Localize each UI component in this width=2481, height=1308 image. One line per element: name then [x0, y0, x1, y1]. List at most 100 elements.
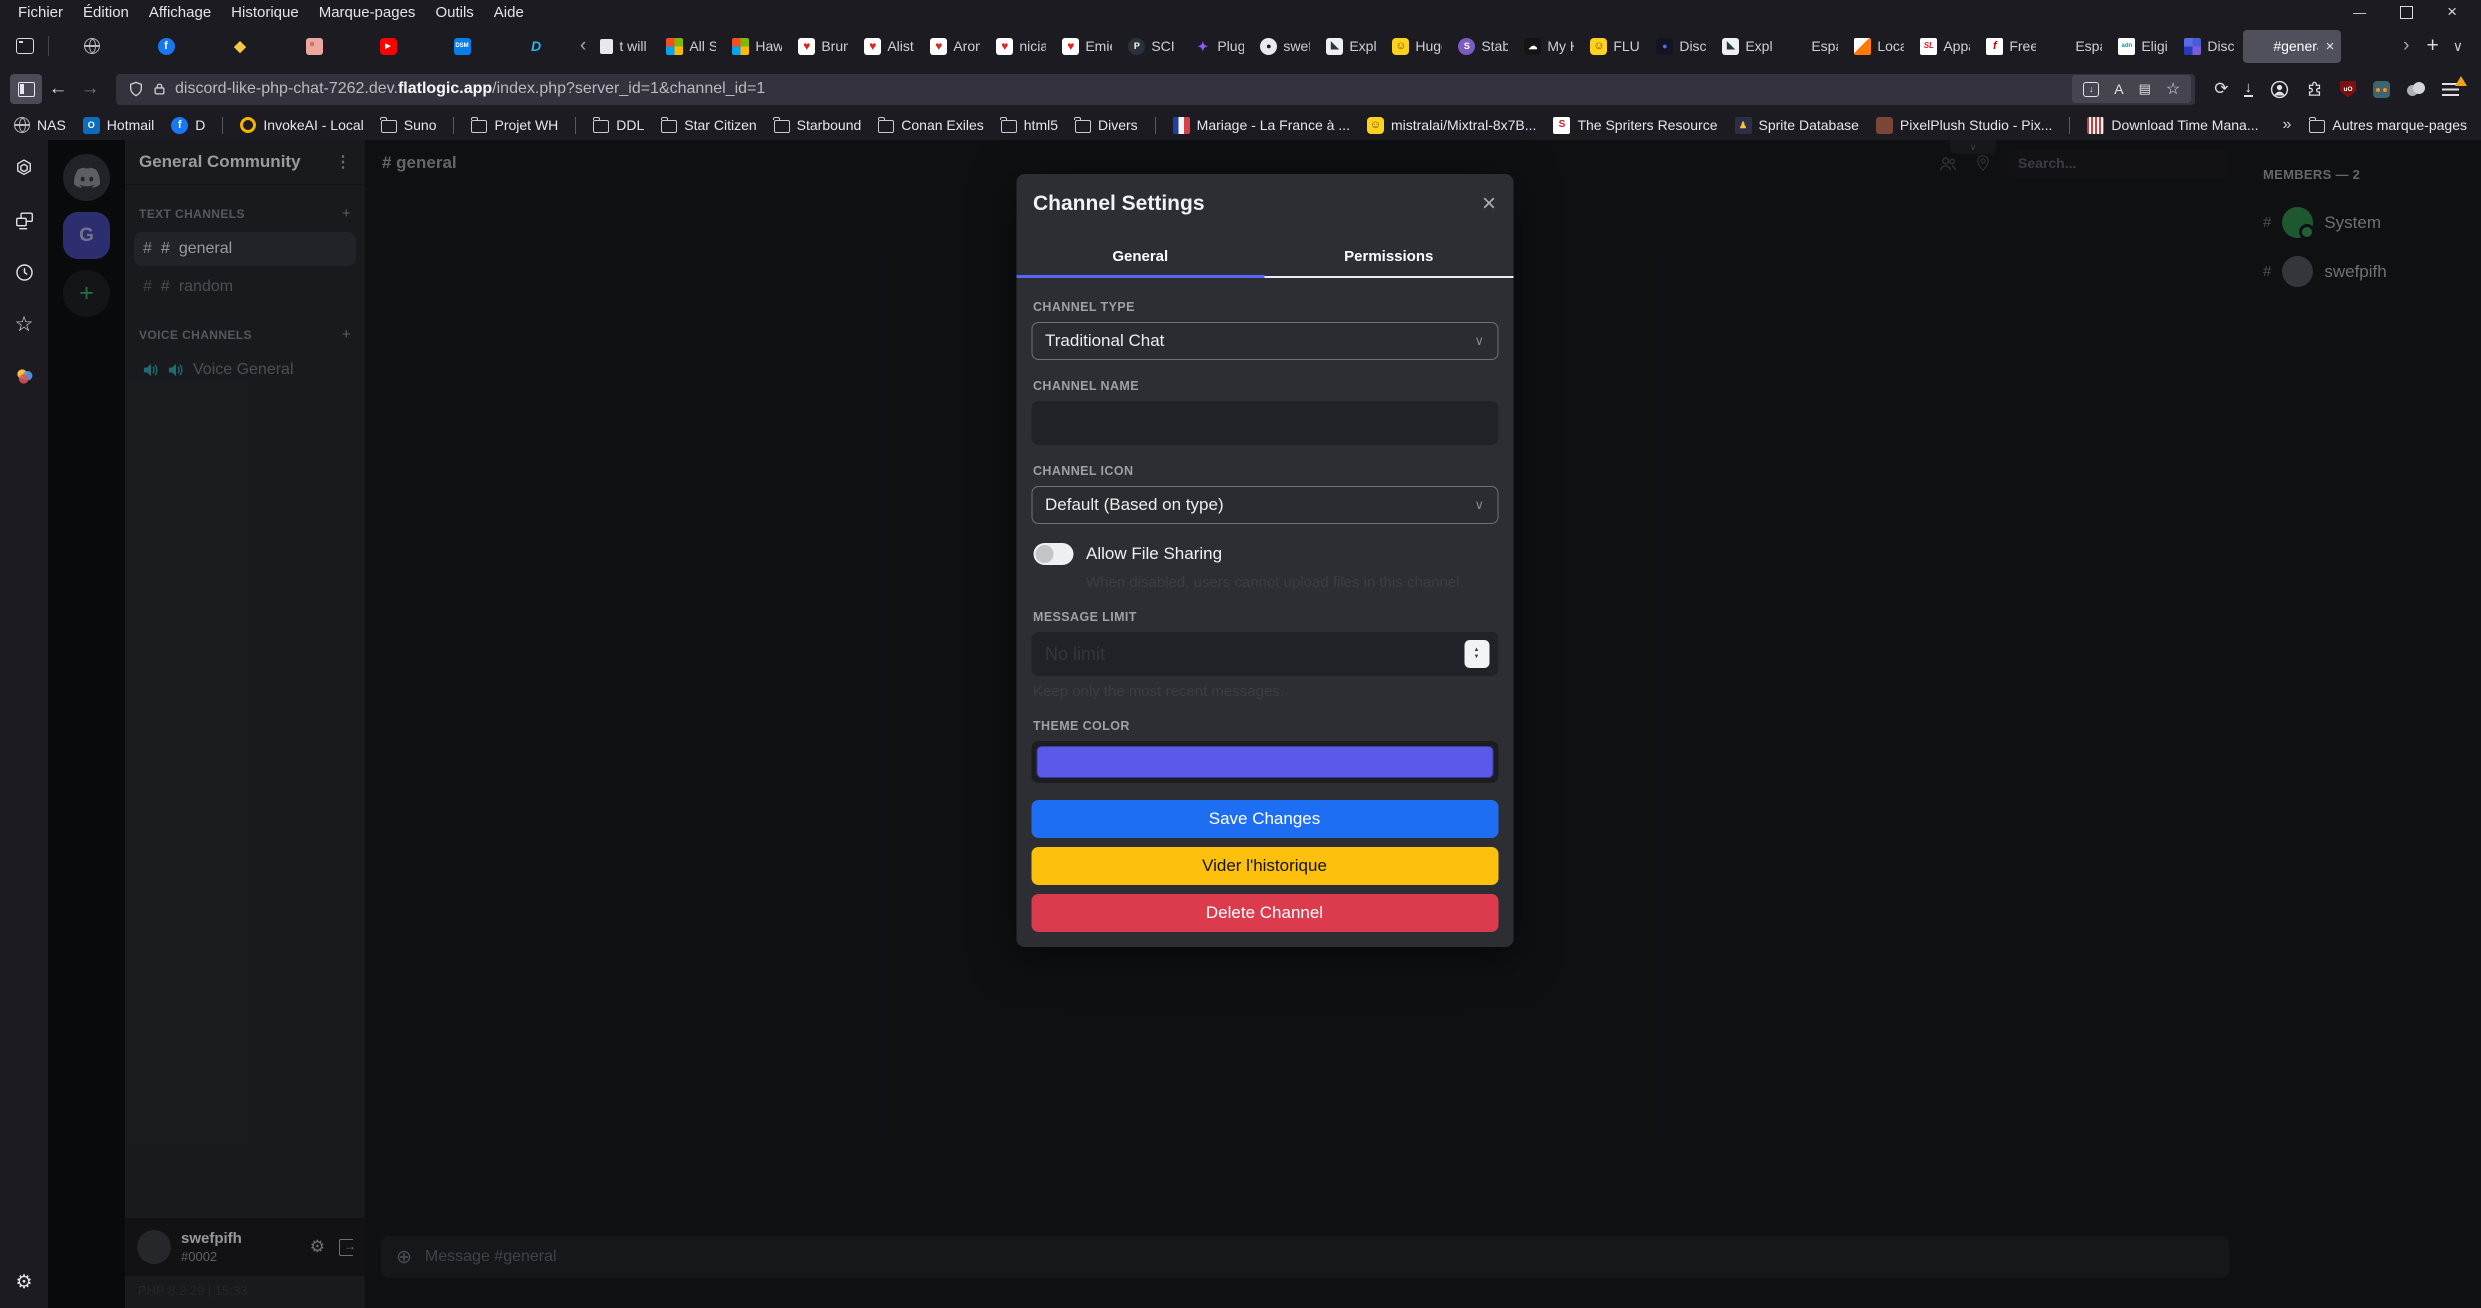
bookmark-html5[interactable]: html5	[1001, 117, 1058, 133]
maximize-icon[interactable]	[2400, 6, 2413, 19]
tab-discor[interactable]: Discor	[2177, 30, 2241, 63]
tab-huggi[interactable]: ☺Huggi	[1385, 30, 1449, 63]
bookmark-divers[interactable]: Divers	[1075, 117, 1138, 133]
tab-t-will[interactable]: t will	[593, 30, 657, 63]
bookmark-starbound[interactable]: Starbound	[774, 117, 862, 133]
new-tab-button[interactable]: +	[2416, 34, 2448, 58]
history-icon[interactable]	[12, 260, 36, 284]
tab-hawai[interactable]: Hawai	[725, 30, 789, 63]
delete-channel-button[interactable]: Delete Channel	[1031, 894, 1498, 932]
tab-alister[interactable]: ♥Alister	[857, 30, 921, 63]
lock-icon[interactable]	[153, 81, 166, 97]
bookmark-nas[interactable]: NAS	[14, 117, 66, 133]
pinned-tab-globe[interactable]	[55, 30, 129, 62]
pinned-tab-dstudio[interactable]: D	[499, 30, 573, 62]
user-settings-gear-icon[interactable]: ⚙	[310, 1237, 325, 1257]
save-to-pocket-icon[interactable]: ↓	[2083, 82, 2099, 97]
tab-flux-2[interactable]: ☺FLUX.2	[1583, 30, 1647, 63]
bookmark-mistralai-mixtral-8x7b[interactable]: ☺mistralai/Mixtral-8x7B...	[1367, 117, 1536, 134]
clear-history-button[interactable]: Vider l'historique	[1031, 847, 1498, 885]
account-icon[interactable]	[2270, 80, 2289, 99]
bookmark-projet-wh[interactable]: Projet WH	[471, 117, 558, 133]
bookmark-download-time-mana[interactable]: Download Time Mana...	[2087, 117, 2258, 134]
tab-plugin[interactable]: ✦Plugin	[1187, 30, 1251, 63]
tab-appar[interactable]: SLAppar	[1913, 30, 1977, 63]
pinned-tab-facebook[interactable]: f	[129, 30, 203, 62]
member-system[interactable]: #System	[2245, 198, 2481, 247]
tab-swefpi[interactable]: ●swefpi	[1253, 30, 1317, 63]
file-sharing-toggle[interactable]	[1033, 543, 1073, 565]
tab-espace-clie[interactable]: Espace clie	[1781, 30, 1845, 63]
scroll-tabs-left-icon[interactable]: ‹	[573, 35, 593, 57]
menu-item-aide[interactable]: Aide	[484, 3, 534, 22]
theme-color-input[interactable]	[1031, 741, 1498, 783]
menu-hamburger-icon[interactable]	[2442, 83, 2459, 96]
shield-icon[interactable]	[128, 80, 144, 98]
tab-stable[interactable]: SStable	[1451, 30, 1515, 63]
tab-emieo[interactable]: ♥EmieO	[1055, 30, 1119, 63]
pinned-tab-diamond[interactable]: ◆	[203, 30, 277, 62]
bookmark-mariage-la-france[interactable]: Mariage - La France à ...	[1173, 117, 1350, 134]
channel-name-input[interactable]	[1031, 401, 1498, 445]
add-channel-button[interactable]: +	[342, 205, 351, 222]
menu-item-historique[interactable]: Historique	[221, 3, 309, 22]
sidebar-toggle-button[interactable]	[10, 74, 42, 104]
containers-icon[interactable]	[12, 364, 36, 388]
menu-item-affichage[interactable]: Affichage	[139, 3, 221, 22]
close-icon[interactable]: ×	[2447, 2, 2457, 22]
theme-color-swatch[interactable]	[1036, 746, 1493, 778]
tab-permissions[interactable]: Permissions	[1265, 236, 1514, 278]
bookmark-star-icon[interactable]: ☆	[2166, 79, 2180, 99]
bookmark-sprite-database[interactable]: ♟Sprite Database	[1735, 117, 1859, 134]
bookmarks-overflow-icon[interactable]: »	[2282, 116, 2291, 134]
tab-sci-re[interactable]: PSCI RE	[1121, 30, 1185, 63]
reload-icon[interactable]: ⟳	[2205, 79, 2237, 99]
bookmark-suno[interactable]: Suno	[381, 117, 437, 133]
tab-bruni2[interactable]: ♥Bruni2	[791, 30, 855, 63]
message-input[interactable]: ⊕ Message #general	[381, 1236, 2229, 1278]
message-limit-input[interactable]: No limit ▲ ▼	[1031, 632, 1498, 676]
channel-random[interactable]: ##random	[134, 270, 356, 304]
bookmark-conan-exiles[interactable]: Conan Exiles	[878, 117, 984, 133]
tab-manager-icon[interactable]	[12, 208, 36, 232]
spinner-down-icon[interactable]: ▼	[1474, 654, 1480, 661]
minimize-icon[interactable]: —	[2353, 5, 2366, 20]
number-spinner[interactable]: ▲ ▼	[1464, 640, 1489, 668]
tab-explor[interactable]: ◣Explor	[1715, 30, 1779, 63]
extension-avatar-icon[interactable]	[2373, 81, 2390, 98]
tab-discor[interactable]: ●Discor	[1649, 30, 1713, 63]
members-toggle-icon[interactable]	[1938, 155, 1958, 172]
menu-item-dition[interactable]: Édition	[73, 3, 139, 22]
tab-aromy[interactable]: ♥Aromy	[923, 30, 987, 63]
tab-espace-abo[interactable]: Espace abo	[2045, 30, 2109, 63]
bookmarks-sidebar-icon[interactable]: ☆	[12, 312, 36, 336]
tab-eligibi[interactable]: adnEligibi	[2111, 30, 2175, 63]
ublock-origin-icon[interactable]: uO	[2340, 81, 2356, 98]
menu-item-outils[interactable]: Outils	[425, 3, 483, 22]
menu-item-fichier[interactable]: Fichier	[8, 3, 73, 22]
pinned-tab-dsm[interactable]: DSM	[425, 30, 499, 62]
logout-icon[interactable]	[339, 1239, 353, 1256]
pinned-tab-sprite[interactable]	[277, 30, 351, 62]
add-channel-button[interactable]: +	[342, 326, 351, 343]
settings-gear-icon[interactable]: ⚙	[12, 1270, 36, 1294]
bookmark-d[interactable]: fD	[171, 117, 205, 134]
search-input[interactable]: Search...	[2008, 150, 2228, 177]
save-changes-button[interactable]: Save Changes	[1031, 800, 1498, 838]
channel-icon-select[interactable]: Default (Based on type) ∨	[1031, 486, 1498, 524]
spinner-up-icon[interactable]: ▲	[1474, 647, 1480, 654]
tab-niciar[interactable]: ♥niciar	[989, 30, 1053, 63]
back-button[interactable]: ←	[42, 74, 74, 104]
attach-plus-icon[interactable]: ⊕	[396, 1246, 412, 1269]
member-swefpifh[interactable]: #swefpifh	[2245, 247, 2481, 296]
bookmark-pixelplush-studio-pix[interactable]: PixelPlush Studio - Pix...	[1876, 117, 2053, 134]
bookmark-the-spriters-resource[interactable]: SThe Spriters Resource	[1553, 117, 1717, 134]
pinned-messages-icon[interactable]	[1975, 154, 1991, 172]
bookmark-star-citizen[interactable]: Star Citizen	[661, 117, 756, 133]
extension-cloud-icon[interactable]	[2407, 82, 2425, 96]
tab-locati[interactable]: Locati	[1847, 30, 1911, 63]
url-bar[interactable]: discord-like-php-chat-7262.dev.flatlogic…	[116, 74, 2195, 105]
server-menu-kebab-icon[interactable]: ⋮	[335, 152, 351, 172]
tab-genera[interactable]: #genera×	[2243, 30, 2341, 63]
channel-voice-general[interactable]: Voice General	[134, 353, 356, 387]
